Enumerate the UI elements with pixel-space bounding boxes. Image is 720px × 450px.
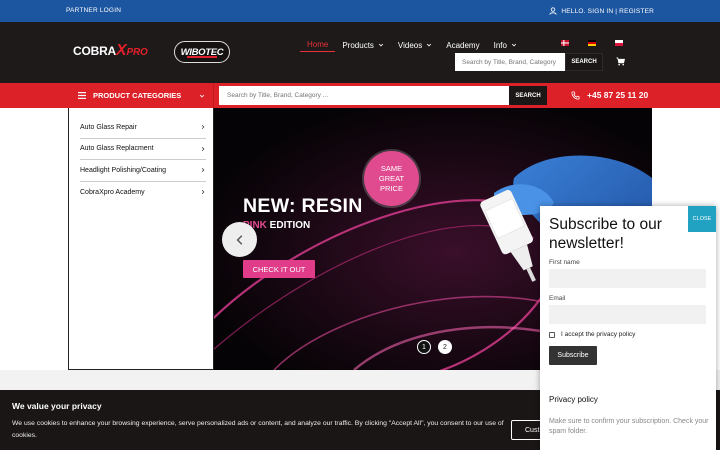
product-categories-label: PRODUCT CATEGORIES [93, 91, 182, 100]
category-item-auto-glass-repair[interactable]: Auto Glass Repair [80, 117, 206, 139]
check-it-out-button[interactable]: CHECK IT OUT [243, 260, 315, 278]
logo-cobra-text: COBRA [73, 44, 116, 58]
chevron-left-icon [236, 234, 242, 245]
badge-line: GREAT [378, 173, 405, 183]
nav-item-label: Info [493, 40, 507, 50]
category-item-label: CobraXpro Academy [80, 188, 145, 196]
main-nav: Home Products Videos Academy Info [300, 38, 524, 52]
category-item-label: Auto Glass Repair [80, 123, 137, 131]
hamburger-icon [78, 92, 86, 99]
category-item-auto-glass-replacment[interactable]: Auto Glass Replacment [80, 139, 206, 160]
category-list: Auto Glass Repair Auto Glass Replacment … [68, 108, 214, 370]
cobraxpro-logo[interactable]: COBRAXPRO [73, 42, 148, 60]
first-name-field[interactable] [549, 269, 706, 288]
main-search-input[interactable] [219, 86, 509, 105]
newsletter-title: Subscribe to our newsletter! [549, 216, 662, 252]
flag-de-icon[interactable] [588, 40, 596, 46]
flag-dk-icon[interactable] [561, 40, 569, 46]
privacy-policy-note: Make sure to confirm your subscription. … [549, 418, 709, 435]
partner-login-link[interactable]: PARTNER LOGIN [66, 7, 121, 14]
cart-icon[interactable] [616, 57, 625, 66]
phone-link[interactable]: +45 87 25 11 20 [571, 90, 648, 100]
main-search-button[interactable]: SEARCH [509, 86, 547, 105]
chevron-right-icon [201, 125, 205, 130]
newsletter-popup: CLOSE Subscribe to our newsletter! First… [540, 206, 716, 450]
badge-line: PRICE [380, 183, 403, 193]
header-search-button[interactable]: SEARCH [565, 53, 603, 71]
nav-item-products[interactable]: Products [335, 38, 391, 52]
badge-line: SAME [380, 163, 403, 173]
slider-dot-2[interactable]: 2 [438, 340, 452, 354]
header-search: SEARCH [455, 53, 603, 71]
nav-item-label: Home [307, 40, 329, 49]
nav-item-info[interactable]: Info [487, 38, 524, 52]
same-great-price-badge: SAME GREAT PRICE [364, 151, 419, 206]
hero-subtitle-rest: EDITION [266, 220, 311, 231]
logo-x-text: X [116, 42, 127, 59]
cookie-title: We value your privacy [12, 401, 102, 411]
sign-in-register-label: HELLO. SIGN IN | REGISTER [561, 7, 654, 15]
chevron-right-icon [201, 146, 205, 151]
chevron-right-icon [201, 190, 205, 195]
cookie-text: We use cookies to enhance your browsing … [12, 420, 504, 439]
chevron-down-icon [427, 43, 432, 47]
chevron-down-icon [511, 43, 517, 47]
category-item-label: Headlight Polishing/Coating [80, 166, 166, 174]
product-categories-button[interactable]: PRODUCT CATEGORIES [68, 83, 214, 108]
privacy-checkbox-label: I accept the privacy policy [561, 331, 636, 338]
privacy-policy-heading: Privacy policy [549, 395, 598, 404]
logo-wibotec-text: WIBOTEC [180, 46, 224, 58]
phone-icon [571, 90, 580, 100]
user-icon [549, 7, 557, 15]
chevron-down-icon [199, 94, 205, 97]
header-search-input[interactable] [455, 53, 565, 71]
flag-pl-icon[interactable] [615, 40, 623, 46]
chevron-down-icon [378, 43, 384, 47]
logo-pro-text: PRO [126, 47, 148, 58]
wibotec-logo[interactable]: WIBOTEC [174, 41, 230, 63]
nav-item-label: Videos [397, 40, 423, 50]
privacy-checkbox[interactable] [549, 331, 555, 338]
language-flags [561, 40, 623, 46]
nav-item-home[interactable]: Home [300, 38, 336, 52]
category-item-headlight-polishing[interactable]: Headlight Polishing/Coating [80, 160, 206, 182]
nav-item-academy[interactable]: Academy [439, 38, 486, 52]
email-field[interactable] [549, 305, 706, 324]
main-search: SEARCH [219, 86, 547, 105]
category-item-label: Auto Glass Replacment [80, 145, 154, 153]
close-button[interactable]: CLOSE [688, 206, 716, 232]
chevron-right-icon [201, 168, 205, 173]
phone-number: +45 87 25 11 20 [587, 90, 649, 100]
slider-dot-1[interactable]: 1 [417, 340, 431, 354]
nav-item-videos[interactable]: Videos [391, 38, 439, 52]
privacy-checkbox-row[interactable]: I accept the privacy policy [549, 331, 635, 338]
nav-item-label: Academy [446, 40, 480, 50]
sign-in-register-link[interactable]: HELLO. SIGN IN | REGISTER [549, 7, 654, 15]
category-item-cobraxpro-academy[interactable]: CobraXpro Academy [80, 182, 206, 204]
first-name-label: First name [549, 259, 580, 266]
subscribe-button[interactable]: Subscribe [549, 346, 597, 365]
hero-title: NEW: RESIN [243, 195, 363, 217]
nav-item-label: Products [342, 40, 374, 50]
slider-prev-button[interactable] [222, 222, 257, 257]
email-label: Email [549, 295, 566, 302]
top-bar: PARTNER LOGIN HELLO. SIGN IN | REGISTER [0, 0, 720, 22]
